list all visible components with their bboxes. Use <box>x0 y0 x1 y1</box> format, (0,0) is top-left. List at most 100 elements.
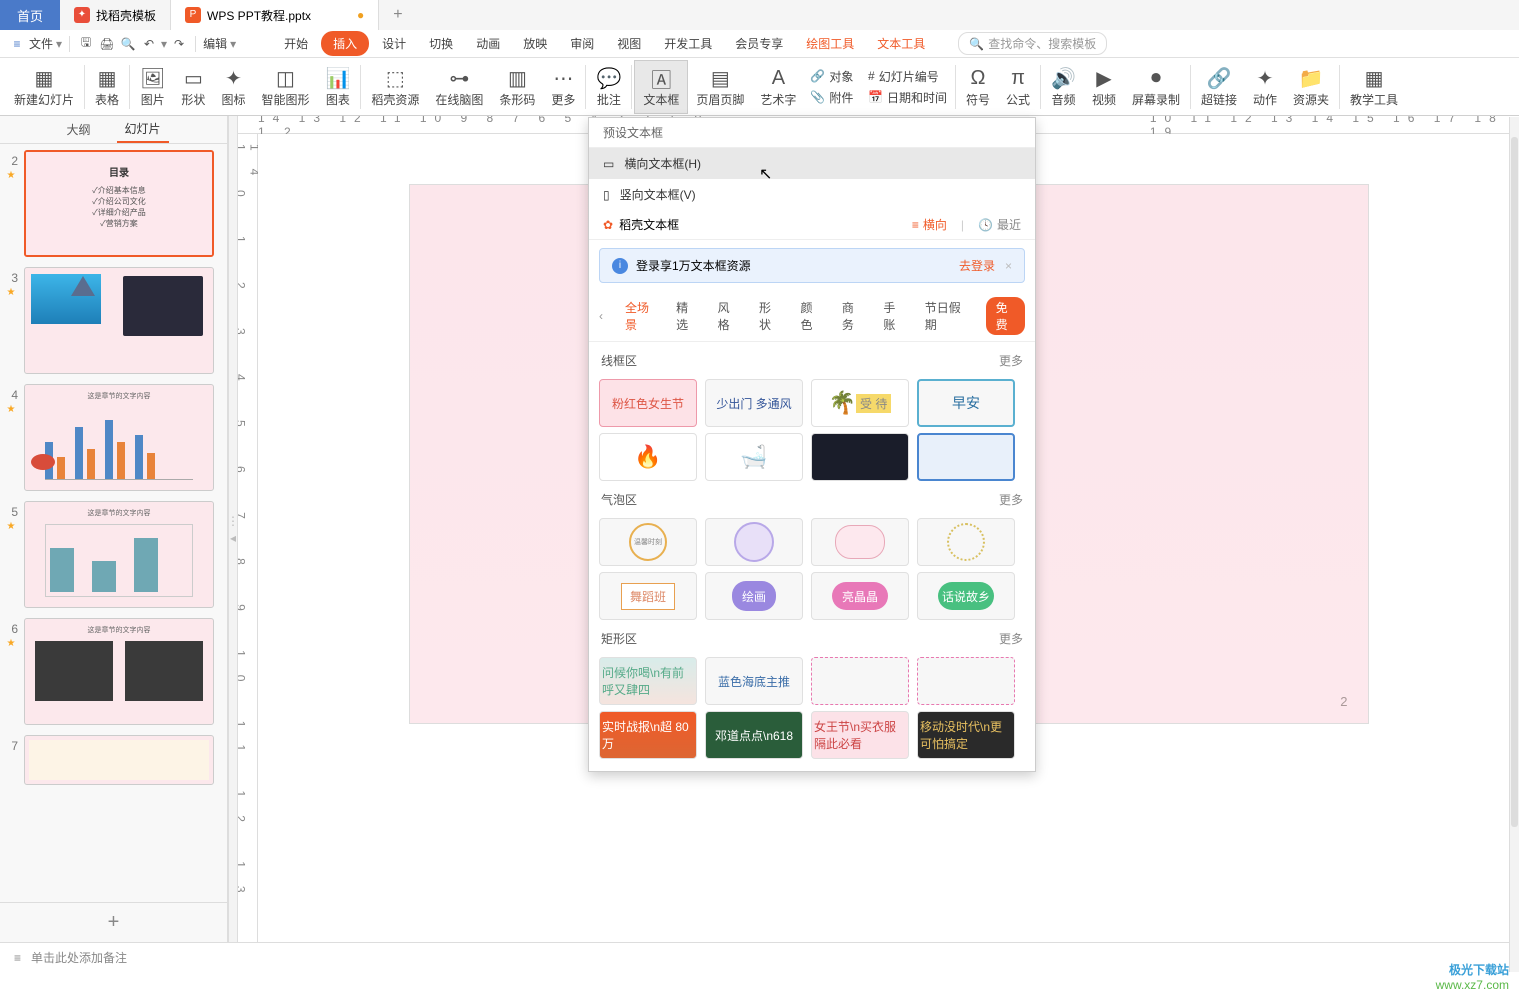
tile[interactable] <box>811 518 909 566</box>
edit-menu[interactable]: 编辑 <box>203 35 227 52</box>
rb-video[interactable]: ▶视频 <box>1084 60 1124 114</box>
rb-screenrec[interactable]: ⏺屏幕录制 <box>1124 60 1188 114</box>
menu-review[interactable]: 审阅 <box>560 32 604 55</box>
rb-barcode[interactable]: ▥条形码 <box>491 60 543 114</box>
rb-newslide[interactable]: ▦新建幻灯片 <box>6 60 82 114</box>
tile[interactable] <box>705 518 803 566</box>
tile[interactable]: 早安 <box>917 379 1015 427</box>
rb-headerfooter[interactable]: ▤页眉页脚 <box>688 60 752 114</box>
redo-icon[interactable]: ↷ <box>170 35 188 53</box>
tile[interactable]: 问候你喝\n有前呼又肆四 <box>599 657 697 705</box>
menu-animation[interactable]: 动画 <box>466 32 510 55</box>
tile[interactable]: 少出门 多通风 <box>705 379 803 427</box>
rb-table[interactable]: ▦表格 <box>87 60 127 114</box>
outline-tab[interactable]: 大纲 <box>58 117 98 142</box>
tile[interactable]: 粉红色女生节 <box>599 379 697 427</box>
rb-docer[interactable]: ⬚稻壳资源 <box>363 60 427 114</box>
template-tab[interactable]: ✦ 找稻壳模板 <box>60 0 171 30</box>
rb-hyperlink[interactable]: 🔗超链接 <box>1193 60 1245 114</box>
rb-comment[interactable]: 💬批注 <box>588 60 629 114</box>
filter-color[interactable]: 颜色 <box>800 299 819 333</box>
menu-insert[interactable]: 插入 <box>321 31 369 56</box>
rb-resources[interactable]: 📁资源夹 <box>1285 60 1337 114</box>
tile[interactable]: 绘画 <box>705 572 803 620</box>
gallery-more-link[interactable]: 更多 <box>999 491 1023 508</box>
tile[interactable]: 话说故乡 <box>917 572 1015 620</box>
filter-free[interactable]: 免费 <box>986 297 1025 335</box>
rb-textbox[interactable]: 🄰文本框 <box>634 60 688 114</box>
rb-equation[interactable]: π公式 <box>998 60 1038 114</box>
dd-orient-horizontal[interactable]: ≡横向 <box>912 216 947 233</box>
slide-thumb-5[interactable]: 这是章节的文字内容 <box>24 501 214 608</box>
filter-back-icon[interactable]: ‹ <box>599 309 603 323</box>
slide-thumb-3[interactable] <box>24 267 214 374</box>
tile[interactable]: 🛁 <box>705 433 803 481</box>
menu-member[interactable]: 会员专享 <box>725 32 793 55</box>
dd-horizontal-textbox[interactable]: ▭ 横向文本框(H) <box>589 148 1035 179</box>
document-tab[interactable]: P WPS PPT教程.pptx ● <box>171 0 379 30</box>
tile[interactable]: 邓道点点\n618 <box>705 711 803 759</box>
rb-chart[interactable]: 📊图表 <box>317 60 358 114</box>
rb-wordart[interactable]: A艺术字 <box>752 60 804 114</box>
rb-smartart[interactable]: ◫智能图形 <box>253 60 317 114</box>
menu-icon[interactable]: ≡ <box>8 35 26 53</box>
rb-action[interactable]: ✦动作 <box>1245 60 1285 114</box>
slide-thumb-7[interactable] <box>24 735 214 785</box>
filter-all[interactable]: 全场景 <box>625 299 654 333</box>
filter-journal[interactable]: 手账 <box>883 299 902 333</box>
tile[interactable] <box>811 657 909 705</box>
filter-business[interactable]: 商务 <box>842 299 861 333</box>
rb-mindmap[interactable]: ⊶在线脑图 <box>427 60 491 114</box>
home-tab[interactable]: 首页 <box>0 0 60 30</box>
rb-icon[interactable]: ✦图标 <box>213 60 253 114</box>
tile[interactable] <box>917 518 1015 566</box>
rb-symbol[interactable]: Ω符号 <box>958 60 998 114</box>
gallery-more-link[interactable]: 更多 <box>999 630 1023 647</box>
slide-thumb-6[interactable]: 这是章节的文字内容 <box>24 618 214 725</box>
file-menu[interactable]: 文件 <box>29 35 53 52</box>
tile[interactable]: 实时战报\n超 80 万 <box>599 711 697 759</box>
slide-thumb-4[interactable]: 这是章节的文字内容 <box>24 384 214 491</box>
filter-featured[interactable]: 精选 <box>676 299 695 333</box>
new-tab-button[interactable]: + <box>379 6 416 24</box>
tile[interactable]: 舞蹈班 <box>599 572 697 620</box>
canvas-scrollbar[interactable] <box>1509 117 1519 972</box>
rb-shape[interactable]: ▭形状 <box>173 60 213 114</box>
dd-vertical-textbox[interactable]: ▯ 竖向文本框(V) <box>589 179 1035 210</box>
tile[interactable]: 🔥 <box>599 433 697 481</box>
rb-audio[interactable]: 🔊音频 <box>1043 60 1084 114</box>
menu-devtools[interactable]: 开发工具 <box>654 32 722 55</box>
rb-more[interactable]: ⋯更多 <box>543 60 583 114</box>
tile[interactable]: 🌴受 待 <box>811 379 909 427</box>
menu-start[interactable]: 开始 <box>274 32 318 55</box>
preview-icon[interactable]: 🔍 <box>119 35 137 53</box>
undo-icon[interactable]: ↶ <box>140 35 158 53</box>
splitter[interactable]: ⋮◂ <box>228 116 238 942</box>
dd-recent-button[interactable]: 🕓最近 <box>978 216 1021 233</box>
rb-picture[interactable]: 🖼图片 <box>132 60 173 114</box>
go-login-link[interactable]: 去登录 <box>959 257 995 274</box>
print-icon[interactable]: 🖨 <box>98 35 116 53</box>
save-icon[interactable]: 🖫 <box>77 35 95 53</box>
menu-drawtools[interactable]: 绘图工具 <box>796 32 864 55</box>
tile[interactable]: 温馨时刻 <box>599 518 697 566</box>
filter-style[interactable]: 风格 <box>718 299 737 333</box>
gallery-more-link[interactable]: 更多 <box>999 352 1023 369</box>
menu-texttools[interactable]: 文本工具 <box>867 32 935 55</box>
tile[interactable]: 移动没时代\n更可怕搞定 <box>917 711 1015 759</box>
tile[interactable] <box>811 433 909 481</box>
tile[interactable] <box>917 657 1015 705</box>
add-slide-button[interactable]: + <box>0 902 227 942</box>
menu-view[interactable]: 视图 <box>607 32 651 55</box>
filter-shape[interactable]: 形状 <box>759 299 778 333</box>
notes-bar[interactable]: ≡ 单击此处添加备注 <box>0 942 1519 972</box>
filter-holiday[interactable]: 节日假期 <box>925 299 964 333</box>
tile[interactable]: 亮晶晶 <box>811 572 909 620</box>
command-search[interactable]: 🔍 查找命令、搜索模板 <box>958 32 1107 55</box>
rb-attachment[interactable]: 📎附件 📅日期和时间 <box>810 89 947 106</box>
tile[interactable]: 蓝色海底主推 <box>705 657 803 705</box>
menu-transition[interactable]: 切换 <box>419 32 463 55</box>
menu-slideshow[interactable]: 放映 <box>513 32 557 55</box>
slides-tab[interactable]: 幻灯片 <box>117 116 169 143</box>
slide-thumb-2[interactable]: 目录 ✓介绍基本信息 ✓介绍公司文化 ✓详细介绍产品 ✓营销方案 <box>24 150 214 257</box>
